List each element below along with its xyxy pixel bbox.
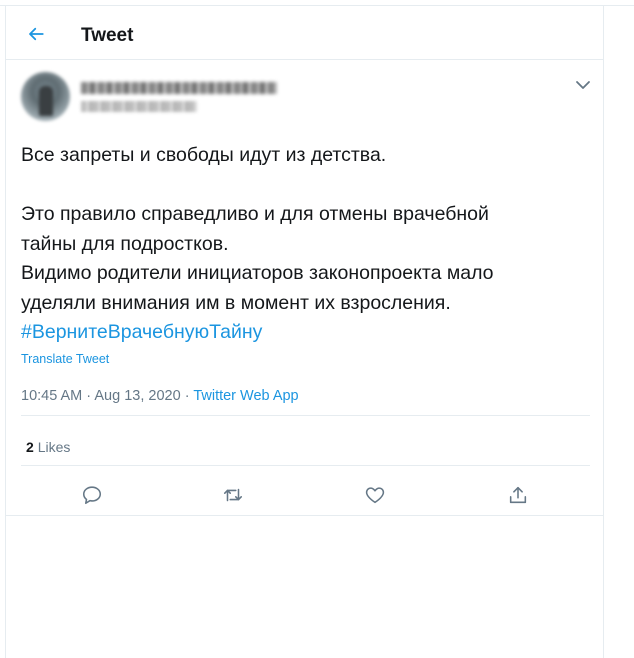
share-icon <box>509 486 527 504</box>
tweet-line-break <box>21 171 591 201</box>
tweet-date[interactable]: Aug 13, 2020 <box>94 388 180 404</box>
tweet-line: Это правило справедливо и для отмены вра… <box>21 203 489 225</box>
translate-tweet-link[interactable]: Translate Tweet <box>21 352 109 366</box>
tweet-source-link[interactable]: Twitter Web App <box>193 388 298 404</box>
like-button[interactable] <box>360 480 390 510</box>
likes-count: 2 <box>26 439 34 455</box>
likes-label: Likes <box>37 439 71 455</box>
retweet-icon <box>223 488 243 502</box>
back-button[interactable] <box>20 18 52 50</box>
arrow-left-icon <box>29 27 44 41</box>
tweet-line: Видимо родители инициаторов законопроект… <box>21 262 494 284</box>
chevron-down-icon <box>576 81 590 89</box>
retweet-button[interactable] <box>218 480 248 510</box>
meta-separator: · <box>86 388 92 404</box>
tweet-line: уделяли внимания им в момент их взрослен… <box>21 291 451 314</box>
tweet-line: тайны для подростков. <box>21 232 229 255</box>
tweet-column: Tweet Все запреты и свободы идут из детс… <box>5 6 604 658</box>
divider <box>21 465 590 466</box>
divider <box>6 515 603 516</box>
header-bar: Tweet <box>6 6 603 60</box>
share-button[interactable] <box>503 480 533 510</box>
more-options-button[interactable] <box>572 74 594 96</box>
tweet-line: Все запреты и свободы идут из детства. <box>21 144 387 166</box>
author-handle-blurred[interactable] <box>81 101 197 112</box>
reply-button[interactable] <box>77 480 107 510</box>
tweet-time[interactable]: 10:45 AM <box>21 388 82 404</box>
likes-count-link[interactable]: 2 Likes <box>26 439 70 455</box>
divider <box>21 415 590 416</box>
reply-bubble-icon <box>82 486 102 505</box>
tweet-text: Все запреты и свободы идут из детства. Э… <box>21 141 591 348</box>
author-name-blurred[interactable] <box>81 82 277 94</box>
avatar[interactable] <box>21 72 70 121</box>
tweet-metadata: 10:45 AM · Aug 13, 2020 · Twitter Web Ap… <box>21 388 299 404</box>
heart-icon <box>365 487 385 504</box>
meta-separator: · <box>184 388 190 404</box>
page-title: Tweet <box>81 25 134 46</box>
hashtag-link[interactable]: #ВернитеВрачебнуюТайну <box>21 321 262 343</box>
